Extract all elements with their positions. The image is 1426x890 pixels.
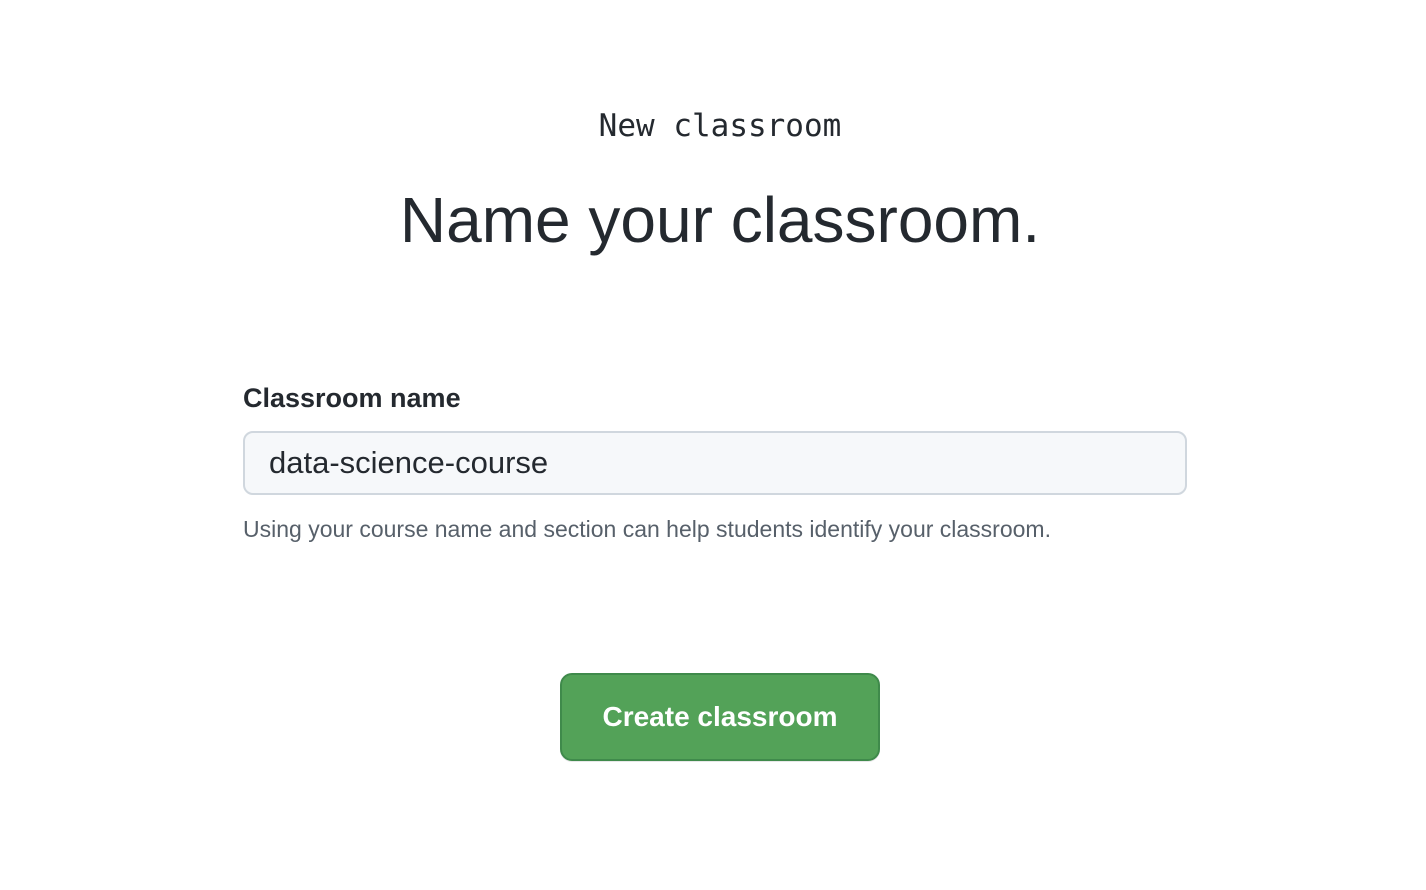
classroom-name-input[interactable] [243,431,1187,495]
classroom-name-hint: Using your course name and section can h… [243,516,1051,542]
new-classroom-page: New classroom Name your classroom. Class… [0,0,1426,890]
page-title: Name your classroom. [399,184,1041,256]
page-eyebrow: New classroom [598,108,842,144]
classroom-name-label: Classroom name [243,383,461,413]
classroom-name-form-group: Classroom name Using your course name an… [243,378,1187,547]
create-classroom-button[interactable]: Create classroom [560,673,880,761]
